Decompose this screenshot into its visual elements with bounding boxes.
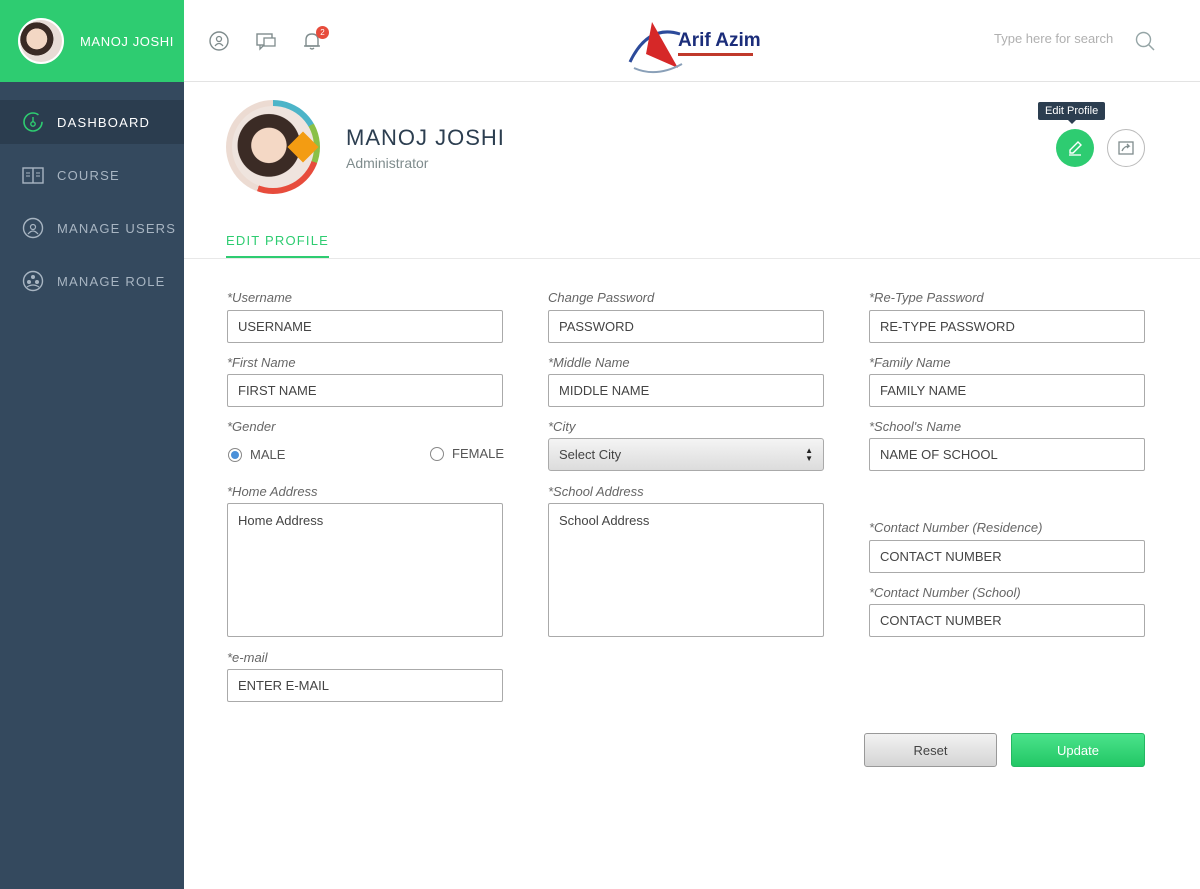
sidebar-item-course[interactable]: COURSE	[0, 153, 184, 197]
city-select-value: Select City	[559, 447, 622, 462]
logo-mark-icon	[628, 22, 683, 74]
search-input[interactable]	[994, 31, 1124, 46]
profile-icon[interactable]	[208, 30, 230, 52]
sidebar-item-manage-role[interactable]: MANAGE ROLE	[0, 259, 184, 303]
search-icon[interactable]	[1134, 30, 1156, 52]
profile-name: MANOJ JOSHI	[346, 125, 505, 150]
sidebar-item-label: DASHBOARD	[57, 114, 151, 130]
sidebar-item-label: COURSE	[57, 167, 120, 183]
school-address-label: *School Address	[548, 484, 644, 499]
first-name-field[interactable]	[227, 374, 503, 407]
gender-female-label: FEMALE	[452, 446, 505, 461]
username-field[interactable]	[227, 310, 503, 343]
username-label: *Username	[227, 290, 293, 305]
email-field[interactable]	[227, 669, 503, 702]
logo: Arif Azim	[626, 18, 761, 74]
first-name-label: *First Name	[227, 355, 296, 370]
reset-button[interactable]: Reset	[864, 733, 997, 767]
home-address-field[interactable]	[227, 503, 503, 637]
family-name-field[interactable]	[869, 374, 1145, 407]
retype-password-field[interactable]	[869, 310, 1145, 343]
family-name-label: *Family Name	[869, 355, 951, 370]
sidebar-item-label: MANAGE USERS	[57, 220, 177, 236]
tab-divider	[184, 258, 1200, 259]
top-bar: 2 Arif Azim	[184, 0, 1200, 82]
password-field[interactable]	[548, 310, 824, 343]
city-select[interactable]: Select City ▲ ▼	[548, 438, 824, 471]
logo-text: Arif Azim	[678, 30, 761, 51]
sidebar-item-manage-users[interactable]: MANAGE USERS	[0, 206, 184, 250]
bell-icon[interactable]: 2	[301, 26, 329, 52]
contact-school-label: *Contact Number (School)	[869, 585, 1021, 600]
sidebar-user-name: MANOJ JOSHI	[80, 33, 174, 49]
gender-label: *Gender	[227, 419, 276, 434]
select-arrows-icon: ▲ ▼	[805, 446, 813, 463]
role-icon	[22, 270, 44, 292]
contact-residence-label: *Contact Number (Residence)	[869, 520, 1043, 535]
school-name-label: *School's Name	[869, 419, 962, 434]
change-password-label: Change Password	[548, 290, 655, 305]
book-icon	[22, 167, 44, 184]
gender-female-radio[interactable]: FEMALE	[430, 446, 504, 461]
tab-edit-profile[interactable]: EDIT PROFILE	[226, 233, 330, 259]
pencil-icon	[1069, 141, 1082, 156]
profile-role: Administrator	[346, 155, 429, 171]
home-address-label: *Home Address	[227, 484, 318, 499]
middle-name-label: *Middle Name	[548, 355, 630, 370]
users-icon	[22, 217, 44, 239]
update-button[interactable]: Update	[1011, 733, 1145, 767]
edit-profile-tooltip: Edit Profile	[1038, 102, 1106, 124]
gender-male-radio[interactable]: MALE	[228, 447, 285, 462]
edit-profile-button[interactable]	[1056, 129, 1094, 167]
school-address-field[interactable]	[548, 503, 824, 637]
middle-name-field[interactable]	[548, 374, 824, 407]
gender-male-label: MALE	[250, 447, 286, 462]
notification-badge: 2	[316, 26, 329, 39]
avatar	[18, 18, 64, 64]
share-button[interactable]	[1107, 129, 1145, 167]
sidebar-user[interactable]: MANOJ JOSHI	[0, 0, 184, 82]
logo-underline	[678, 53, 753, 56]
contact-school-field[interactable]	[869, 604, 1145, 637]
retype-password-label: *Re-Type Password	[869, 290, 984, 305]
dashboard-icon	[23, 112, 43, 132]
school-name-field[interactable]	[869, 438, 1145, 471]
sidebar-item-label: MANAGE ROLE	[57, 273, 166, 289]
city-label: *City	[548, 419, 576, 434]
sidebar-nav: DASHBOARD COURSE MANAGE USERS MANAGE ROL…	[0, 100, 184, 303]
sidebar-item-dashboard[interactable]: DASHBOARD	[0, 100, 184, 144]
sidebar: MANOJ JOSHI DASHBOARD COURSE MANAGE USER…	[0, 0, 184, 889]
messages-icon[interactable]	[255, 30, 277, 52]
contact-residence-field[interactable]	[869, 540, 1145, 573]
share-icon	[1118, 141, 1134, 155]
search	[994, 30, 1164, 54]
email-label: *e-mail	[227, 650, 268, 665]
